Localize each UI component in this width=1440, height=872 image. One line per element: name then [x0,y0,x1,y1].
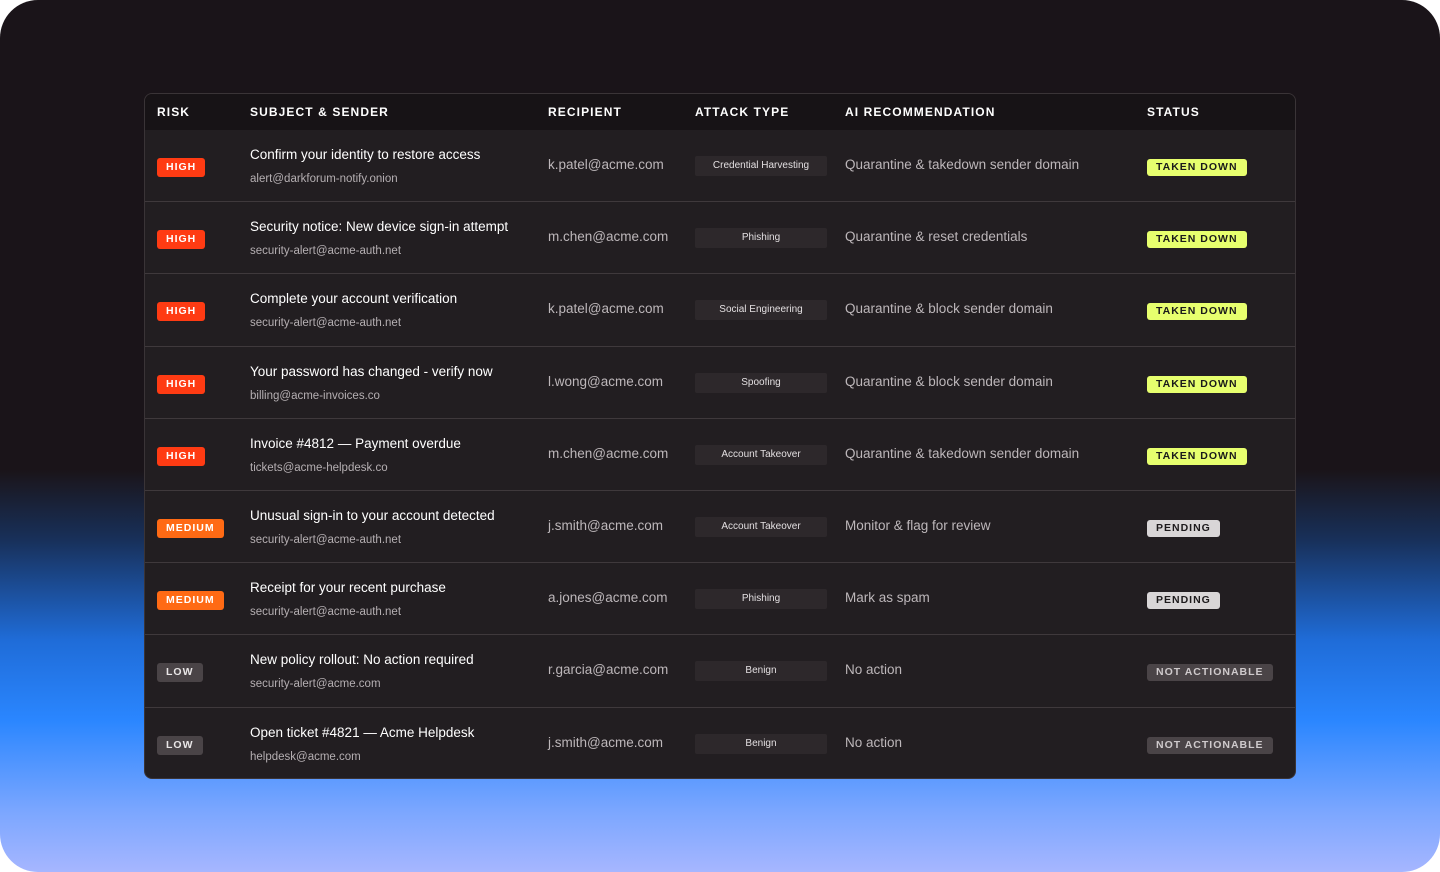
status-badge: TAKEN DOWN [1147,447,1247,465]
email-sender: alert@darkforum-notify.onion [250,173,398,185]
email-sender: helpdesk@acme.com [250,750,361,763]
table-body: HIGH Confirm your identity to restore ac… [145,130,1295,779]
status-badge: TAKEN DOWN [1147,303,1247,321]
ai-recommendation: No action [845,734,903,750]
email-sender: security-alert@acme.com [250,678,381,691]
risk-badge: MEDIUM [157,591,224,611]
attack-type-tag: Account Takeover [695,444,827,465]
status-badge: TAKEN DOWN [1147,159,1247,176]
attack-type-tag: Credential Harvesting [695,156,827,176]
status-badge: NOT ACTIONABLE [1147,736,1273,754]
table-row[interactable]: MEDIUM Unusual sign-in to your account d… [145,491,1295,564]
ai-recommendation: Quarantine & block sender domain [845,373,1053,389]
status-badge: TAKEN DOWN [1147,231,1247,249]
email-recipient: j.smith@acme.com [548,517,663,533]
table-row[interactable]: HIGH Complete your account verification … [145,274,1295,347]
status-badge: PENDING [1147,519,1220,537]
table-row[interactable]: HIGH Your password has changed - verify … [145,347,1295,419]
risk-badge: HIGH [157,446,206,466]
attack-type-tag: Account Takeover [695,516,827,537]
header-subject-sender[interactable]: SUBJECT & SENDER [250,94,389,130]
attack-type-tag: Phishing [695,589,827,610]
header-ai-recommendation[interactable]: AI RECOMMENDATION [845,94,995,130]
email-sender: security-alert@acme-auth.net [250,533,402,546]
email-subject: Complete your account verification [250,291,458,307]
ai-recommendation: Quarantine & reset credentials [845,229,1028,245]
email-subject: Unusual sign-in to your account detected [250,507,495,523]
ai-recommendation: Quarantine & takedown sender domain [845,445,1080,461]
email-subject: New policy rollout: No action required [250,652,474,668]
attack-type-tag: Social Engineering [695,300,827,321]
table-header: RISK SUBJECT & SENDER RECIPIENT ATTACK T… [145,94,1295,130]
status-badge: PENDING [1147,592,1220,610]
email-subject: Your password has changed - verify now [250,363,493,379]
risk-badge: HIGH [157,158,206,177]
header-status[interactable]: STATUS [1147,94,1200,130]
email-sender: security-alert@acme-auth.net [250,317,402,330]
attack-type-tag: Spoofing [695,372,827,393]
table-row[interactable]: HIGH Security notice: New device sign-in… [145,202,1295,275]
risk-badge: HIGH [157,230,206,250]
ai-recommendation: Quarantine & takedown sender domain [845,157,1080,172]
email-sender: tickets@acme-helpdesk.co [250,461,388,474]
email-recipient: j.smith@acme.com [548,734,663,750]
email-sender: security-alert@acme-auth.net [250,245,402,258]
email-recipient: a.jones@acme.com [548,590,668,606]
header-attack-type[interactable]: ATTACK TYPE [695,94,789,130]
background-frame: RISK SUBJECT & SENDER RECIPIENT ATTACK T… [0,0,1440,872]
risk-badge: HIGH [157,374,206,394]
email-recipient: l.wong@acme.com [548,373,663,389]
risk-badge: MEDIUM [157,518,224,538]
attack-type-tag: Phishing [695,228,827,249]
table-row[interactable]: HIGH Confirm your identity to restore ac… [145,130,1295,203]
header-risk[interactable]: RISK [157,94,190,130]
risk-badge: LOW [157,735,203,755]
email-subject: Receipt for your recent purchase [250,580,446,596]
email-recipient: m.chen@acme.com [548,229,669,245]
ai-recommendation: Mark as spam [845,590,930,606]
risk-badge: HIGH [157,302,206,322]
email-recipient: k.patel@acme.com [548,157,664,172]
email-recipient: m.chen@acme.com [548,445,669,461]
email-recipient: k.patel@acme.com [548,301,664,317]
table-row[interactable]: LOW New policy rollout: No action requir… [145,635,1295,708]
ai-recommendation: Quarantine & block sender domain [845,301,1053,317]
email-subject: Invoice #4812 — Payment overdue [250,435,461,451]
status-badge: TAKEN DOWN [1147,375,1247,393]
email-subject: Open ticket #4821 — Acme Helpdesk [250,724,475,740]
risk-badge: LOW [157,663,203,683]
threats-table: RISK SUBJECT & SENDER RECIPIENT ATTACK T… [144,93,1296,779]
ai-recommendation: No action [845,662,903,678]
attack-type-tag: Benign [695,661,827,682]
table-row[interactable]: HIGH Invoice #4812 — Payment overdue tic… [145,419,1295,491]
email-sender: billing@acme-invoices.co [250,389,380,402]
attack-type-tag: Benign [695,733,827,754]
table-row[interactable]: MEDIUM Receipt for your recent purchase … [145,563,1295,636]
email-recipient: r.garcia@acme.com [548,662,669,678]
status-badge: NOT ACTIONABLE [1147,664,1273,682]
table-row[interactable]: LOW Open ticket #4821 — Acme Helpdesk he… [145,708,1295,779]
email-subject: Security notice: New device sign-in atte… [250,219,509,235]
email-sender: security-alert@acme-auth.net [250,606,402,619]
email-subject: Confirm your identity to restore access [250,147,481,162]
ai-recommendation: Monitor & flag for review [845,517,991,533]
header-recipient[interactable]: RECIPIENT [548,94,622,130]
